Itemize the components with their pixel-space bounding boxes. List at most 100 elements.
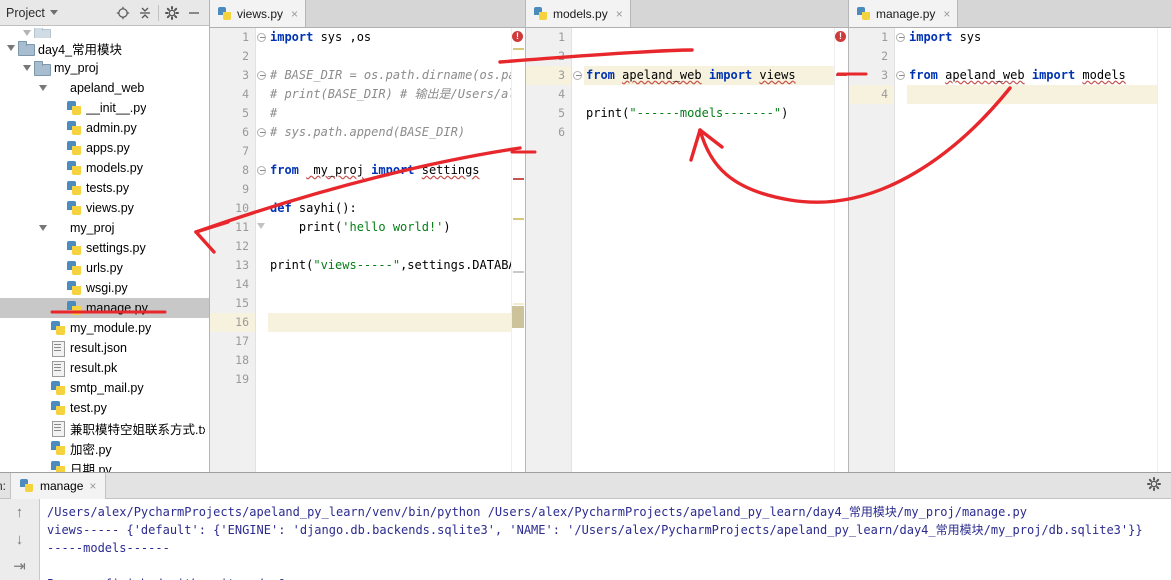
line-number-gutter: 12345678910111213141516171819 — [210, 28, 256, 472]
code-area[interactable]: 1234import sys from apeland_web import m… — [849, 28, 1171, 472]
code-line: import sys ,os — [268, 28, 525, 47]
tree-item-label: 兼职模特空姐联系方式.txt — [70, 419, 205, 438]
close-icon[interactable]: × — [616, 7, 623, 21]
error-marker-bar[interactable]: ! — [834, 28, 848, 472]
fold-toggle-icon[interactable] — [257, 166, 266, 175]
code-token: print( — [270, 220, 342, 234]
tree-item[interactable]: test.py — [0, 398, 209, 418]
tree-item-label: models.py — [86, 161, 143, 175]
text-file-icon — [50, 340, 66, 356]
code-token — [1025, 68, 1032, 82]
tree-item[interactable]: result.json — [0, 338, 209, 358]
chevron-down-icon[interactable] — [50, 10, 58, 15]
tree-item[interactable]: __init__.py — [0, 98, 209, 118]
tree-item[interactable]: my_proj — [0, 58, 209, 78]
tree-item[interactable]: my_module.py — [0, 318, 209, 338]
code-text[interactable]: import sys ,os # BASE_DIR = os.path.dirn… — [268, 28, 525, 472]
close-icon[interactable]: × — [943, 7, 950, 21]
tree-item[interactable]: 加密.py — [0, 438, 209, 458]
settings-gear-icon[interactable] — [161, 2, 183, 24]
expand-arrow-icon[interactable] — [36, 85, 50, 91]
error-marker-bar[interactable]: ! — [511, 28, 525, 472]
python-file-icon — [66, 100, 82, 116]
tab-label: models.py — [553, 7, 608, 21]
tree-item[interactable]: smtp_mail.py — [0, 378, 209, 398]
project-file-tree[interactable]: day4_常用模块 my_proj apeland_web__init__.pyad… — [0, 26, 209, 472]
python-file-icon — [50, 320, 66, 336]
tree-item-label: my_proj — [54, 61, 98, 75]
project-title-group[interactable]: Project — [0, 6, 112, 20]
code-token: def — [270, 201, 299, 215]
code-token: # — [270, 106, 277, 120]
code-folding-gutter[interactable] — [572, 28, 584, 472]
tree-item[interactable]: result.pk — [0, 358, 209, 378]
scrollbar-thumb[interactable] — [512, 306, 524, 328]
error-marker-bar[interactable] — [1157, 28, 1171, 472]
fold-toggle-icon[interactable] — [257, 223, 265, 229]
fold-toggle-icon[interactable] — [257, 71, 266, 80]
run-settings-gear-icon[interactable] — [1147, 477, 1161, 494]
tree-item-label: result.pk — [70, 361, 117, 375]
code-text[interactable]: import sys from apeland_web import model… — [907, 28, 1171, 472]
code-folding-gutter[interactable] — [895, 28, 907, 472]
fold-toggle-icon[interactable] — [573, 71, 582, 80]
code-text[interactable]: from apeland_web import views print("---… — [584, 28, 848, 472]
code-line — [268, 332, 525, 351]
code-token: import — [371, 163, 422, 177]
tree-item[interactable]: 兼职模特空姐联系方式.txt — [0, 418, 209, 438]
line-number: 1 — [210, 28, 255, 47]
hide-panel-icon[interactable] — [183, 2, 205, 24]
scroll-down-icon[interactable]: ↓ — [16, 532, 24, 547]
locate-icon[interactable] — [112, 2, 134, 24]
tree-item[interactable]: apps.py — [0, 138, 209, 158]
error-badge-icon[interactable]: ! — [835, 31, 846, 42]
run-tab-manage[interactable]: manage × — [10, 473, 106, 499]
tree-item[interactable]: admin.py — [0, 118, 209, 138]
expand-arrow-icon[interactable] — [20, 30, 34, 36]
code-line — [907, 47, 1171, 66]
code-line — [268, 294, 525, 313]
code-area[interactable]: 123456 from apeland_web import views pri… — [526, 28, 848, 472]
tab-models-py[interactable]: models.py × — [526, 0, 631, 27]
close-icon[interactable]: × — [291, 7, 298, 21]
tree-item[interactable]: 日期.py — [0, 458, 209, 472]
tree-item[interactable]: models.py — [0, 158, 209, 178]
fold-toggle-icon[interactable] — [896, 33, 905, 42]
error-badge-icon[interactable]: ! — [512, 31, 523, 42]
tree-item-selected[interactable]: manage.py — [0, 298, 209, 318]
tree-item[interactable]: views.py — [0, 198, 209, 218]
tree-item[interactable]: urls.py — [0, 258, 209, 278]
code-line — [907, 85, 1171, 104]
tree-item-label: views.py — [86, 201, 134, 215]
tab-manage-py[interactable]: manage.py× — [849, 0, 958, 27]
expand-arrow-icon[interactable] — [36, 225, 50, 231]
tree-item[interactable]: wsgi.py — [0, 278, 209, 298]
tree-item-label: result.json — [70, 341, 127, 355]
tree-item[interactable]: my_proj — [0, 218, 209, 238]
tree-item[interactable]: apeland_web — [0, 78, 209, 98]
code-token — [702, 68, 709, 82]
fold-toggle-icon[interactable] — [257, 33, 266, 42]
tree-item[interactable]: day4_常用模块 — [0, 38, 209, 58]
code-area[interactable]: 12345678910111213141516171819 import sys … — [210, 28, 525, 472]
expand-arrow-icon[interactable] — [4, 45, 18, 51]
code-line: print('hello world!') — [268, 218, 525, 237]
code-token: print( — [270, 258, 313, 272]
fold-toggle-icon[interactable] — [896, 71, 905, 80]
python-file-icon — [534, 7, 548, 21]
close-icon[interactable]: × — [89, 479, 96, 493]
tree-item[interactable]: settings.py — [0, 238, 209, 258]
code-folding-gutter[interactable] — [256, 28, 268, 472]
code-line — [584, 28, 848, 47]
tree-item[interactable] — [0, 28, 209, 38]
tab-views-py[interactable]: views.py× — [210, 0, 306, 27]
scroll-up-icon[interactable]: ↑ — [16, 505, 24, 520]
code-token: import — [909, 30, 960, 44]
code-line — [584, 85, 848, 104]
line-number: 19 — [210, 370, 255, 389]
soft-wrap-icon[interactable]: ⇥ — [13, 559, 26, 574]
fold-toggle-icon[interactable] — [257, 128, 266, 137]
expand-arrow-icon[interactable] — [20, 65, 34, 71]
collapse-all-icon[interactable] — [134, 2, 156, 24]
tree-item[interactable]: tests.py — [0, 178, 209, 198]
